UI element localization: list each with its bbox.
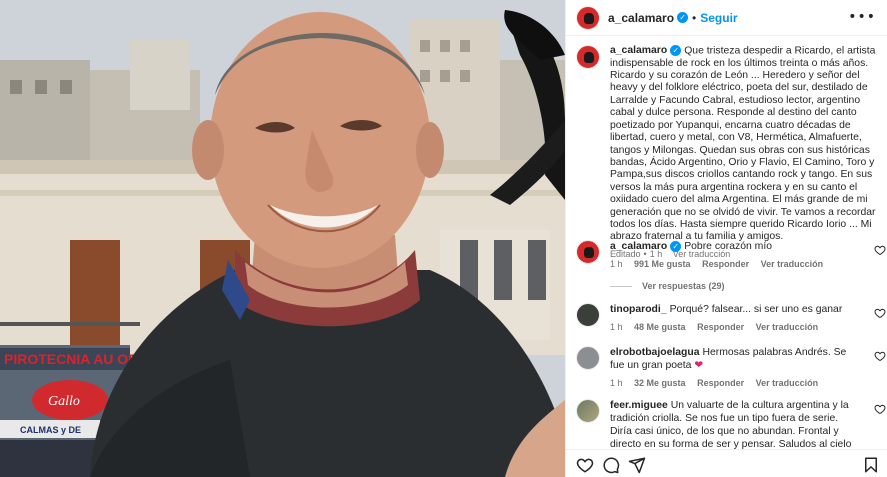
author-username[interactable]: a_calamaro [608,11,674,25]
comment-translate-link[interactable]: Ver traducción [756,378,819,388]
comment-avatar[interactable] [576,346,600,370]
comment-item: a_calamaro ✓ Pobre corazón mío 1 h 991 Me … [576,240,886,269]
verified-badge-icon: ✓ [670,240,682,252]
post-photo-illustration: PIROTECNIA AU ORE Gallo CALMAS y DE [0,0,565,477]
comment-avatar[interactable] [576,399,600,423]
post-sidebar: a_calamaro ✓ • Seguir ••• a_calamaro ✓ Que… [565,0,887,477]
share-icon[interactable] [628,456,646,474]
comment-item: feer.miguee Un valuarte de la cultura arg… [576,399,886,449]
verified-badge-icon: ✓ [670,45,682,56]
comment-body: tinoparodi_ Porqué? falsear... si ser uno… [610,303,876,316]
verified-badge-icon: ✓ [677,12,689,23]
comment-translate-link[interactable]: Ver traducción [761,259,824,269]
comment-item: elrobotbajoelagua Hermosas palabras André… [576,346,886,388]
comment-meta: 1 h 32 Me gusta Responder Ver traducción [610,378,876,388]
comment-time: 1 h [610,378,623,388]
comment-username[interactable]: elrobotbajoelagua [610,347,700,358]
post-photo[interactable]: PIROTECNIA AU ORE Gallo CALMAS y DE [0,0,565,477]
comment-avatar[interactable] [576,303,600,327]
comment-likes[interactable]: 48 Me gusta [634,322,686,332]
comment-body: feer.miguee Un valuarte de la cultura arg… [610,399,876,449]
comment-icon[interactable] [602,456,620,474]
follow-button[interactable]: Seguir [700,11,737,25]
heart-emoji-icon: ❤ [694,360,704,371]
comment-username[interactable]: feer.miguee [610,400,668,411]
comment-meta: 1 h 48 Me gusta Responder Ver traducción [610,322,876,332]
author-avatar[interactable] [576,5,600,30]
header-separator: • [692,10,697,25]
comment-translate-link[interactable]: Ver traducción [756,322,819,332]
comment-text: Pobre corazón mío [684,241,772,252]
comment-likes[interactable]: 32 Me gusta [634,378,686,388]
post-action-bar [566,449,887,477]
shop-sign-logo: Gallo [48,394,80,409]
comment-body: a_calamaro ✓ Pobre corazón mío [610,240,876,253]
heart-icon[interactable] [576,456,594,474]
caption-author-avatar[interactable] [576,45,600,69]
heart-icon[interactable] [874,403,886,415]
bookmark-icon[interactable] [862,456,880,474]
post-caption: a_calamaro ✓ Que tristeza despedir a Ricar… [576,45,876,259]
view-replies-button[interactable]: Ver respuestas (29) [610,281,725,291]
comment-likes[interactable]: 991 Me gusta [634,259,691,269]
heart-icon[interactable] [874,244,886,256]
comment-meta: 1 h 991 Me gusta Responder Ver traducció… [610,259,876,269]
comment-reply-button[interactable]: Responder [697,322,744,332]
comment-body: elrobotbajoelagua Hermosas palabras André… [610,346,876,372]
comment-time: 1 h [610,259,623,269]
comment-time: 1 h [610,322,623,332]
comment-username[interactable]: tinoparodi_ [610,304,667,315]
shop-sign-secondary: CALMAS y DE [20,425,81,435]
comment-avatar[interactable] [576,240,600,264]
heart-icon[interactable] [874,307,886,319]
more-options-icon[interactable]: ••• [848,10,876,24]
shop-sign-text: PIROTECNIA AU ORE [4,351,148,367]
comment-item: tinoparodi_ Porqué? falsear... si ser uno… [576,303,886,332]
comment-text: Porqué? falsear... si ser uno es ganar [669,304,843,315]
caption-author-username[interactable]: a_calamaro [610,45,667,56]
comment-reply-button[interactable]: Responder [697,378,744,388]
comments-scroll-area[interactable]: a_calamaro ✓ Que tristeza despedir a Ricar… [566,37,887,449]
caption-text: Que tristeza despedir a Ricardo, el arti… [610,45,876,243]
comment-reply-button[interactable]: Responder [702,259,749,269]
comment-username[interactable]: a_calamaro [610,241,667,252]
post-header: a_calamaro ✓ • Seguir ••• [566,0,887,36]
caption-text-block: a_calamaro ✓ Que tristeza despedir a Ricar… [610,45,876,244]
heart-icon[interactable] [874,350,886,362]
